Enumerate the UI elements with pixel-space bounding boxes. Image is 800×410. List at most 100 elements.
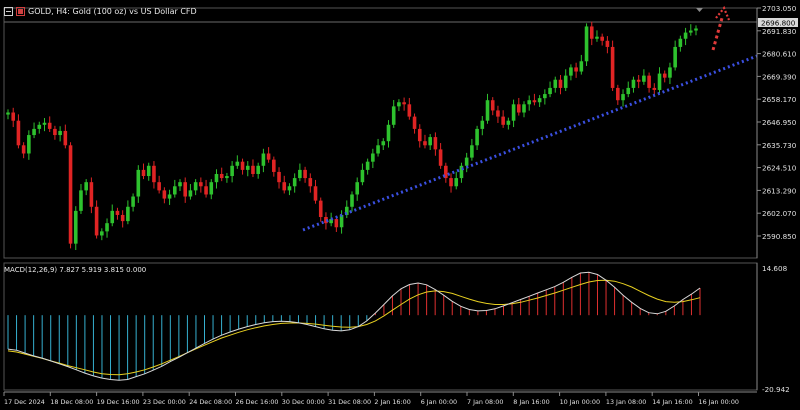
candle-bear [152,165,156,183]
candle-bull [657,73,662,90]
candle-bear [53,128,57,136]
candle-bull [225,176,229,179]
price-label: 2590.850 [762,232,797,241]
candle-bull [694,28,698,31]
candle-bull [73,210,78,244]
candle-bull [506,120,511,125]
candle-bull [376,145,380,154]
price-label: 2646.950 [762,118,797,127]
time-label: 18 Dec 08:00 [50,398,93,406]
candle-bear [240,161,245,170]
candle-bear [407,104,412,117]
candle-bear [532,100,537,103]
candle-bull [193,182,198,191]
candle-bear [402,102,406,105]
candle-bull [668,67,672,78]
candle-bear [308,178,313,187]
candle-bull [105,223,109,232]
candle-bear [94,206,99,236]
candle-bull [391,106,396,125]
candle-bear [47,122,52,129]
candle-bull [261,153,266,166]
candle-bear [277,171,281,183]
candle-bull [543,94,547,99]
candle-bear [438,149,443,166]
candle-bear [616,87,620,101]
candle-bear [516,104,521,113]
candle-bull [397,102,401,107]
candle-bear [183,182,188,197]
time-label: 2 Jan 16:00 [374,398,410,406]
candle-bear [610,46,615,88]
candle-bull [584,26,589,62]
candle-bull [27,135,31,154]
chart-title: GOLD, H4: Gold (100 oz) vs US Dollar CFD [28,6,197,16]
candle-bull [553,79,558,88]
candle-bull [569,67,573,76]
candle-bear [303,169,307,179]
candle-bull [428,137,432,146]
candle-bear [157,182,161,191]
candle-bull [626,87,631,95]
candle-bear [199,182,203,187]
candle-bull [355,182,360,195]
time-label: 8 Jan 16:00 [513,398,549,406]
candle-bear [16,120,21,146]
candle-bull [454,178,459,187]
candle-bull [214,173,219,183]
candle-bull [172,186,177,195]
candle-bear [272,159,276,172]
current-price-label: 2696.800 [761,19,796,28]
time-label: 13 Jan 08:00 [606,398,646,406]
candle-bear [251,165,255,174]
candle-bear [219,173,224,179]
candle-bull [631,79,636,88]
candle-bull [621,94,625,101]
candle-bear [449,178,453,187]
chart-header: GOLD, H4: Gold (100 oz) vs US Dollar CFD [4,4,197,18]
candle-bear [63,130,68,146]
time-label: 14 Jan 16:00 [652,398,692,406]
candle-bear [605,40,610,47]
candle-bull [480,120,485,129]
candle-bull [563,75,568,88]
candle-bear [11,112,16,121]
candle-bull [642,75,646,82]
candle-bull [146,165,151,177]
candle-bear [558,79,563,88]
candle-bull [131,196,135,207]
candle-bull [475,128,479,146]
candle-bull [79,190,83,211]
price-label: 2624.510 [762,164,797,173]
candle-bull [37,124,42,129]
candle-bull [6,112,10,115]
candle-bear [334,219,339,228]
candle-bear [318,200,323,218]
candle-bear [652,87,657,90]
time-label: 30 Dec 00:00 [282,398,325,406]
time-label: 31 Dec 08:00 [328,398,371,406]
candle-bull [298,169,302,179]
candle-bear [574,67,578,72]
candle-bull [42,122,47,125]
candle-bear [600,36,604,41]
candle-bear [496,110,500,117]
candle-bull [673,46,677,68]
candle-bear [162,190,167,199]
menu-icon[interactable] [4,6,13,16]
candle-bear [204,186,208,195]
chart-type-icon[interactable] [16,6,25,16]
candle-bull [365,161,370,170]
candle-bear [417,128,422,142]
candle-bull [230,165,234,177]
price-label: 2669.390 [762,72,797,81]
candle-bear [282,182,287,191]
candle-bear [501,116,505,125]
candle-bull [688,30,693,33]
time-label: 23 Dec 00:00 [143,398,186,406]
candle-bear [662,73,667,78]
candle-bull [350,194,354,207]
time-label: 17 Dec 2024 [4,398,45,406]
candle-bull [579,61,584,72]
chart-canvas: 2703.050 2691.830 2680.610 2669.390 2658.170… [0,0,800,410]
